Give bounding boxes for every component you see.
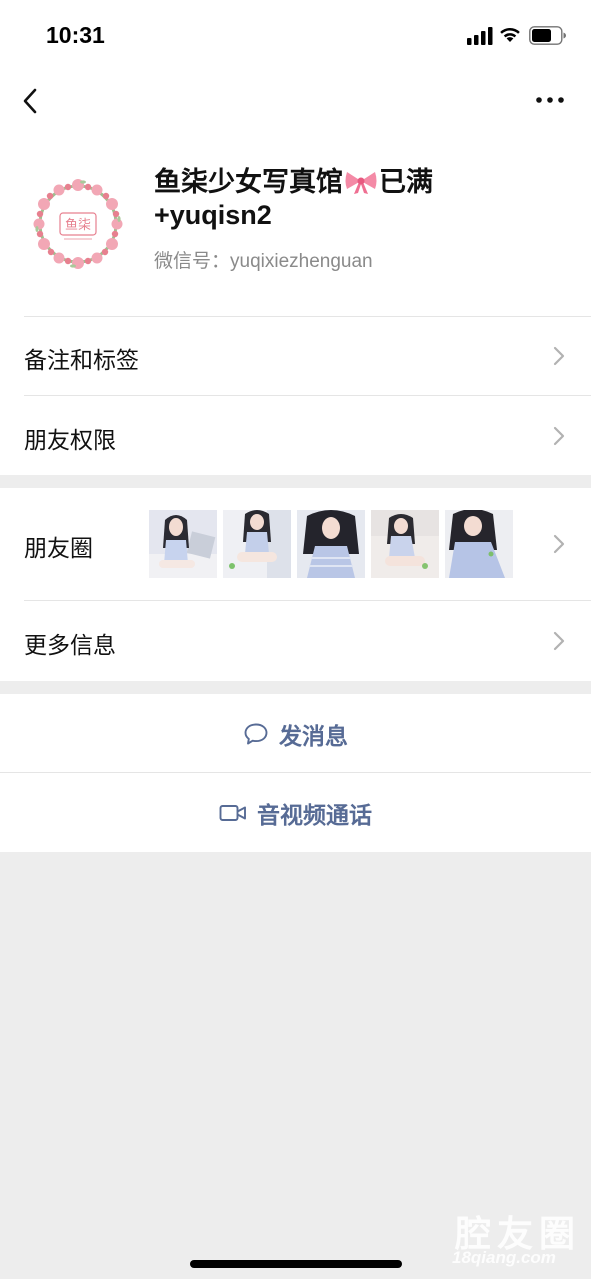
battery-icon bbox=[529, 26, 566, 45]
remarks-tags-cell[interactable]: 备注和标签 bbox=[0, 316, 591, 395]
divider bbox=[24, 600, 591, 601]
moments-photo-thumbnail[interactable] bbox=[445, 510, 513, 578]
navigation-bar bbox=[0, 66, 591, 136]
status-bar: 10:31 bbox=[0, 0, 591, 66]
friend-permissions-cell[interactable]: 朋友权限 bbox=[0, 395, 591, 475]
friend-permissions-label: 朋友权限 bbox=[24, 427, 116, 453]
contact-name-part1: 鱼柒少女写真馆 bbox=[154, 167, 343, 197]
info-group: 朋友圈 更多信息 bbox=[0, 488, 591, 681]
contact-name-part2: 已满 bbox=[379, 167, 433, 197]
contact-name-line2: +yuqisn2 bbox=[154, 200, 272, 230]
video-call-label: 音视频通话 bbox=[257, 801, 372, 828]
status-time: 10:31 bbox=[46, 22, 105, 48]
more-info-label: 更多信息 bbox=[24, 632, 116, 658]
cellular-signal-icon bbox=[467, 27, 493, 45]
svg-text:鱼柒: 鱼柒 bbox=[65, 217, 91, 233]
send-message-label: 发消息 bbox=[279, 722, 348, 749]
send-message-button[interactable]: 发消息 bbox=[0, 694, 591, 773]
watermark-url: 18qiang.com bbox=[452, 1248, 556, 1267]
moments-thumbnails bbox=[149, 510, 513, 578]
profile-header: 鱼柒 鱼柒少女写真馆 已满 +yuqisn2 微信号：yuqixiezhengu… bbox=[0, 136, 591, 316]
chevron-right-icon bbox=[553, 346, 565, 366]
video-call-button[interactable]: 音视频通话 bbox=[0, 773, 591, 852]
moments-label: 朋友圈 bbox=[24, 535, 93, 561]
ribbon-bow-icon bbox=[345, 172, 377, 194]
remarks-tags-label: 备注和标签 bbox=[24, 347, 139, 373]
chevron-right-icon bbox=[553, 631, 565, 651]
home-indicator[interactable] bbox=[190, 1260, 402, 1268]
divider bbox=[24, 316, 591, 317]
chevron-right-icon bbox=[553, 426, 565, 446]
moments-photo-thumbnail[interactable] bbox=[371, 510, 439, 578]
settings-group: 备注和标签 朋友权限 bbox=[0, 316, 591, 475]
chat-bubble-icon bbox=[244, 723, 268, 744]
moments-photo-thumbnail[interactable] bbox=[149, 510, 217, 578]
more-dots-icon[interactable] bbox=[535, 94, 565, 106]
send-message-content: 发消息 bbox=[0, 694, 591, 773]
chevron-left-icon[interactable] bbox=[20, 86, 42, 116]
video-call-content: 音视频通话 bbox=[0, 773, 591, 852]
chevron-right-icon bbox=[553, 534, 565, 554]
moments-cell[interactable]: 朋友圈 bbox=[0, 488, 591, 600]
contact-profile-screen: 10:31 鱼柒 鱼柒少女写真馆 已满 +yuqisn2 微信号：yuqixie… bbox=[0, 0, 591, 1279]
divider bbox=[24, 395, 591, 396]
wechat-id: 微信号：yuqixiezhenguan bbox=[154, 251, 373, 272]
video-camera-icon bbox=[219, 804, 246, 821]
moments-photo-thumbnail[interactable] bbox=[223, 510, 291, 578]
wifi-icon bbox=[500, 27, 520, 42]
more-info-cell[interactable]: 更多信息 bbox=[0, 600, 591, 681]
moments-photo-thumbnail[interactable] bbox=[297, 510, 365, 578]
contact-name: 鱼柒少女写真馆 已满 +yuqisn2 bbox=[154, 166, 574, 232]
avatar[interactable]: 鱼柒 bbox=[26, 172, 130, 276]
